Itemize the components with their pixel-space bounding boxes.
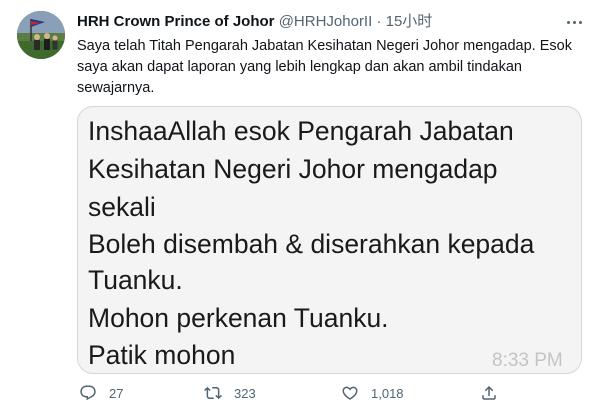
reply-button[interactable]: 27 <box>79 379 123 407</box>
message-line: Boleh disembah & diserahkan kepada <box>88 229 535 259</box>
like-count: 1,018 <box>371 385 404 401</box>
avatar-image <box>17 11 65 59</box>
share-button[interactable] <box>480 379 498 407</box>
like-icon <box>342 386 358 400</box>
retweet-count: 323 <box>234 385 256 401</box>
message-time: 8:33 PM <box>492 350 563 371</box>
tweet-timestamp[interactable]: 15小时 <box>386 13 433 30</box>
message-line: sekali <box>88 192 156 222</box>
share-icon <box>482 385 496 400</box>
message-line: Tuanku. <box>88 265 183 295</box>
author-display-name[interactable]: HRH Crown Prince of Johor <box>77 13 275 30</box>
header-separator: · <box>376 13 382 30</box>
tweet-media-image[interactable]: InshaaAllah esok Pengarah Jabatan Kesiha… <box>77 106 582 374</box>
message-line: Kesihatan Negeri Johor mengadap <box>88 154 498 184</box>
retweet-icon <box>204 386 222 400</box>
reply-icon <box>80 385 96 401</box>
more-options-icon[interactable] <box>563 12 585 32</box>
message-line: InshaaAllah esok Pengarah Jabatan <box>88 116 514 146</box>
tweet-text: Saya telah Titah Pengarah Jabatan Kesiha… <box>77 38 572 96</box>
avatar[interactable] <box>17 11 65 59</box>
retweet-button[interactable]: 323 <box>204 379 256 407</box>
like-button[interactable]: 1,018 <box>341 379 404 407</box>
message-line: Patik mohon <box>88 340 236 370</box>
reply-count: 27 <box>109 385 124 401</box>
tweet-header: HRH Crown Prince of Johor @HRHJohorII · … <box>77 12 432 32</box>
tweet[interactable]: HRH Crown Prince of Johor @HRHJohorII · … <box>0 0 606 410</box>
message-line: Mohon perkenan Tuanku. <box>88 303 389 333</box>
author-handle[interactable]: @HRHJohorII <box>279 13 373 30</box>
